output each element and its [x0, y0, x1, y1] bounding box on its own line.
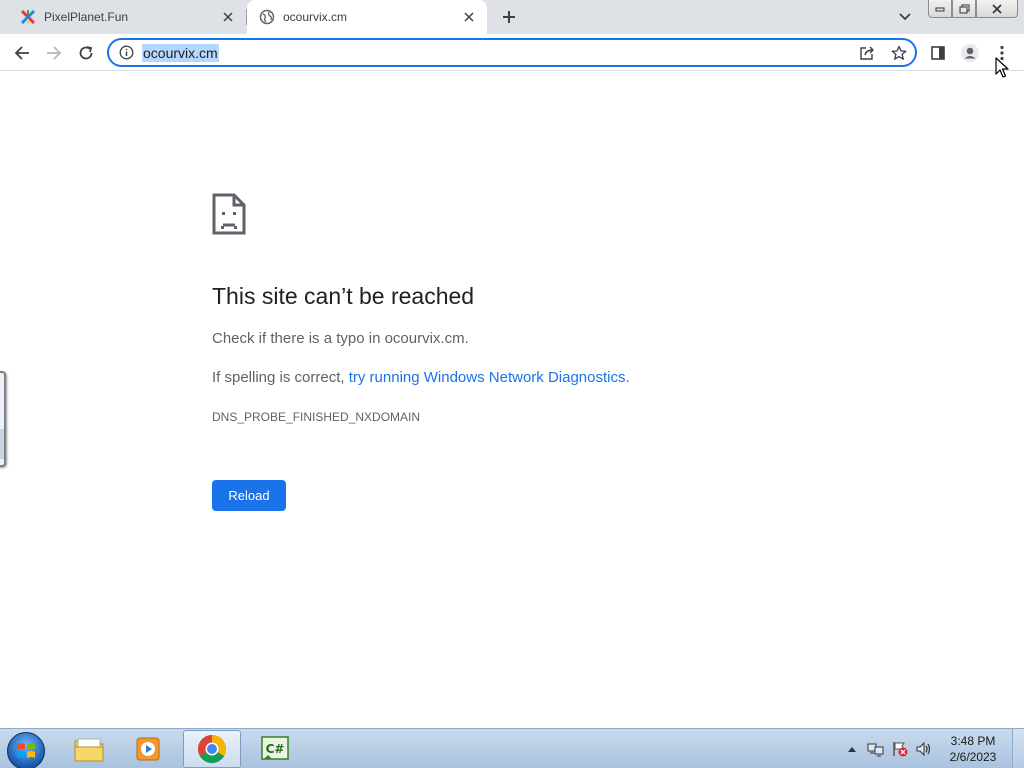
tab-pixelplanet[interactable]: PixelPlanet.Fun [0, 0, 246, 34]
tab-strip: PixelPlanet.Fun ocourvix.cm [0, 0, 1024, 34]
pixelplanet-favicon-icon [20, 9, 36, 25]
plus-icon [503, 11, 515, 23]
start-button[interactable] [7, 732, 45, 768]
tab-search-button[interactable] [894, 7, 916, 27]
restore-window-button[interactable] [952, 0, 976, 18]
arrow-left-icon [14, 46, 29, 60]
sad-page-icon [212, 193, 246, 235]
system-tray [840, 729, 936, 768]
network-icon [867, 743, 884, 757]
chevron-down-icon [899, 13, 911, 21]
address-bar[interactable]: ocourvix.cm [107, 38, 917, 67]
action-center-tray[interactable] [888, 729, 912, 768]
svg-text:C#: C# [266, 742, 285, 756]
clock-date: 2/6/2023 [949, 750, 997, 764]
new-tab-button[interactable] [498, 6, 520, 28]
volume-tray[interactable] [912, 729, 936, 768]
taskbar-csharp-ide[interactable]: C# [246, 730, 304, 768]
diagnostics-suffix: . [625, 369, 630, 386]
info-icon[interactable] [118, 44, 135, 61]
minimize-window-button[interactable] [928, 0, 952, 18]
media-player-icon [136, 737, 160, 761]
tab-title: PixelPlanet.Fun [44, 10, 129, 24]
network-tray[interactable] [864, 729, 888, 768]
csharp-icon: C# [261, 736, 289, 760]
taskbar-clock[interactable]: 3:48 PM 2/6/2023 [940, 733, 1006, 765]
address-input[interactable]: ocourvix.cm [142, 44, 219, 62]
arrow-right-icon [47, 46, 62, 60]
error-typo-hint: Check if there is a typo in ocourvix.cm. [212, 330, 469, 347]
error-title: This site can’t be reached [212, 283, 475, 309]
close-icon [992, 3, 1002, 14]
refresh-icon [79, 46, 93, 60]
minimize-icon [935, 7, 945, 11]
share-icon[interactable] [857, 43, 877, 63]
bookmark-star-icon[interactable] [889, 43, 909, 63]
tab-title: ocourvix.cm [283, 10, 348, 24]
error-diagnostics-hint: If spelling is correct, try running Wind… [212, 369, 630, 386]
close-window-button[interactable] [976, 0, 1018, 18]
tab-ocourvix[interactable]: ocourvix.cm [247, 0, 487, 34]
diagnostics-prefix: If spelling is correct, [212, 369, 349, 386]
reload-button[interactable]: Reload [212, 480, 286, 511]
side-gadget[interactable] [0, 371, 6, 467]
close-tab-icon[interactable] [218, 7, 238, 27]
mouse-cursor-icon [995, 57, 1009, 78]
taskbar-chrome[interactable] [183, 730, 241, 768]
chevron-up-icon [848, 747, 856, 752]
side-gadget-panel [0, 429, 4, 459]
browser-toolbar: ocourvix.cm [0, 34, 1024, 71]
taskbar-media-player[interactable] [120, 730, 178, 768]
close-tab-icon[interactable] [459, 7, 479, 27]
folder-icon [74, 738, 104, 762]
chrome-icon [198, 735, 226, 763]
side-panel-button[interactable] [924, 39, 952, 67]
forward-button[interactable] [40, 39, 68, 67]
clock-time: 3:48 PM [950, 734, 996, 748]
network-diagnostics-link[interactable]: try running Windows Network Diagnostics [349, 369, 626, 386]
page-content: This site can’t be reached Check if ther… [0, 71, 1024, 728]
show-desktop-button[interactable] [1012, 729, 1024, 768]
taskbar-explorer[interactable] [60, 730, 118, 768]
side-panel-icon [931, 46, 945, 60]
error-code: DNS_PROBE_FINISHED_NXDOMAIN [212, 410, 421, 424]
profile-avatar-icon [961, 44, 979, 62]
flag-alert-icon [893, 742, 908, 757]
windows-logo-icon [17, 743, 35, 758]
reload-toolbar-button[interactable] [72, 39, 100, 67]
profile-button[interactable] [956, 39, 984, 67]
back-button[interactable] [8, 39, 36, 67]
windows-taskbar: C# 3:48 PM 2/6/2023 [0, 728, 1024, 768]
show-hidden-icons[interactable] [840, 729, 864, 768]
speaker-icon [916, 741, 931, 757]
restore-icon [959, 4, 969, 13]
globe-icon [259, 9, 275, 25]
